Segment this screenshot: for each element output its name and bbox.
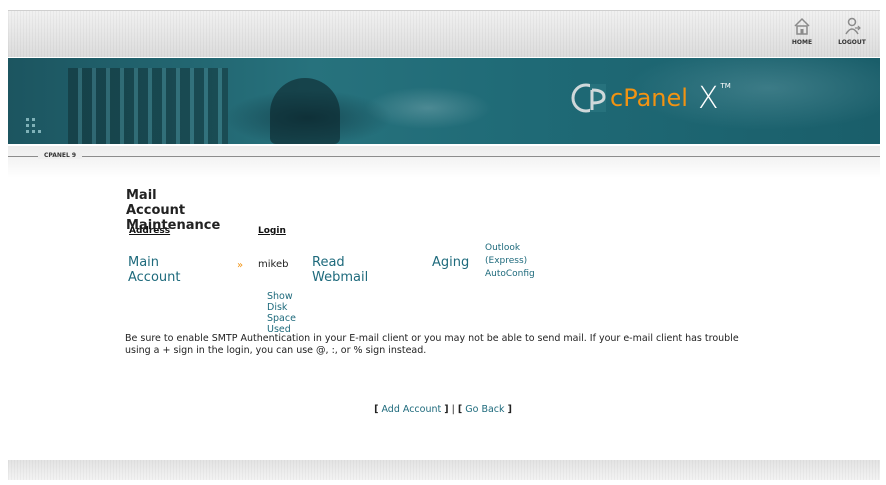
arrow-icon: »: [237, 260, 244, 271]
home-button[interactable]: HOME: [780, 15, 824, 46]
account-login: mikeb: [258, 259, 289, 270]
banner-person-silhouette: [270, 78, 340, 144]
footer-bar: [8, 460, 880, 480]
section-divider: [8, 156, 880, 157]
outlook-autoconfig-link[interactable]: Outlook (Express) AutoConfig: [485, 242, 535, 281]
logout-label: LOGOUT: [838, 39, 866, 46]
link-separator: |: [451, 404, 455, 415]
banner-server-rack: [68, 68, 228, 144]
show-disk-space-link[interactable]: Show Disk Space Used: [267, 291, 296, 335]
top-toolbar: HOME LOGOUT: [8, 10, 880, 57]
section-label: CPANEL 9: [38, 152, 83, 159]
logout-button[interactable]: LOGOUT: [830, 15, 874, 46]
outlook-line-3: AutoConfig: [485, 269, 535, 279]
logo-version-mark: X: [697, 80, 719, 116]
aging-link[interactable]: Aging: [432, 255, 469, 270]
go-back-link[interactable]: Go Back: [465, 404, 504, 415]
outlook-line-1: Outlook: [485, 243, 521, 253]
read-webmail-link[interactable]: Read Webmail: [312, 255, 368, 285]
logout-icon: [830, 15, 874, 37]
logo-text: cPanel: [610, 84, 688, 112]
bracket-close: ]: [444, 404, 449, 415]
home-icon: [780, 15, 824, 37]
bracket-close-2: ]: [507, 404, 512, 415]
outlook-line-2: (Express): [485, 256, 528, 266]
bottom-links: [ Add Account ] | [ Go Back ]: [0, 404, 886, 415]
section-bar: CPANEL 9: [8, 146, 880, 178]
header-banner: cPanel X TM: [8, 58, 880, 144]
column-header-address: Address: [129, 226, 171, 236]
bracket-open-2: [: [457, 404, 463, 415]
bracket-open: [: [374, 404, 379, 415]
add-account-link[interactable]: Add Account: [381, 404, 441, 415]
smtp-note: Be sure to enable SMTP Authentication in…: [125, 333, 739, 356]
main-account-link[interactable]: Main Account: [128, 255, 181, 285]
logo-trademark: TM: [720, 82, 731, 90]
cpanel-logo: cPanel X TM: [568, 78, 731, 118]
column-header-login: Login: [258, 226, 286, 236]
cpanel-logo-icon: [568, 78, 608, 118]
home-label: HOME: [791, 39, 813, 46]
